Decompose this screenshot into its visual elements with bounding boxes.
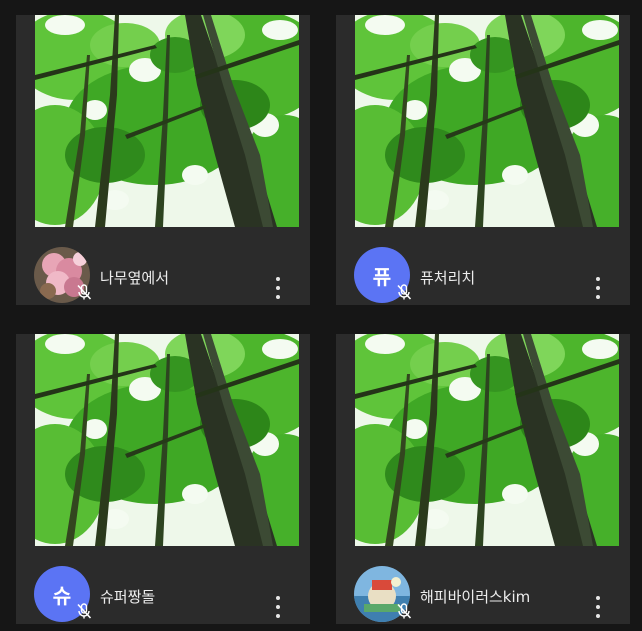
participant-video bbox=[35, 15, 299, 227]
participant-footer: 슈 슈퍼짱돌 bbox=[16, 546, 310, 624]
avatar-letter: 퓨 bbox=[372, 264, 392, 289]
mic-off-icon bbox=[395, 602, 413, 620]
more-vertical-icon bbox=[596, 277, 600, 281]
participant-name: 슈퍼짱돌 bbox=[100, 588, 156, 606]
more-vertical-icon bbox=[276, 277, 280, 281]
participant-tile[interactable]: 해피바이러스kim bbox=[336, 334, 630, 624]
participant-name: 퓨처리치 bbox=[420, 269, 476, 287]
avatar-container bbox=[34, 247, 90, 303]
avatar-container: 슈 bbox=[34, 566, 90, 622]
more-options-button[interactable] bbox=[270, 277, 286, 299]
avatar-container bbox=[354, 566, 410, 622]
mic-off-icon bbox=[75, 283, 93, 301]
participant-tile[interactable]: 나무옆에서 bbox=[16, 15, 310, 305]
more-options-button[interactable] bbox=[590, 596, 606, 618]
mic-off-icon bbox=[75, 602, 93, 620]
participant-footer: 퓨 퓨처리치 bbox=[336, 227, 630, 305]
participant-name: 나무옆에서 bbox=[100, 269, 170, 287]
avatar-container: 퓨 bbox=[354, 247, 410, 303]
avatar-letter: 슈 bbox=[52, 583, 72, 608]
more-options-button[interactable] bbox=[270, 596, 286, 618]
participant-footer: 나무옆에서 bbox=[16, 227, 310, 305]
more-options-button[interactable] bbox=[590, 277, 606, 299]
participant-name: 해피바이러스kim bbox=[420, 588, 531, 606]
participant-video bbox=[35, 334, 299, 546]
more-vertical-icon bbox=[276, 596, 280, 600]
mic-off-icon bbox=[395, 283, 413, 301]
participant-video bbox=[355, 334, 619, 546]
more-vertical-icon bbox=[596, 596, 600, 600]
participant-tile[interactable]: 퓨 퓨처리치 bbox=[336, 15, 630, 305]
participant-tile[interactable]: 슈 슈퍼짱돌 bbox=[16, 334, 310, 624]
video-grid: 나무옆에서 퓨 퓨처리치 슈 슈퍼짱돌 해피바이러스kim bbox=[0, 0, 642, 631]
participant-footer: 해피바이러스kim bbox=[336, 546, 630, 624]
participant-video bbox=[355, 15, 619, 227]
